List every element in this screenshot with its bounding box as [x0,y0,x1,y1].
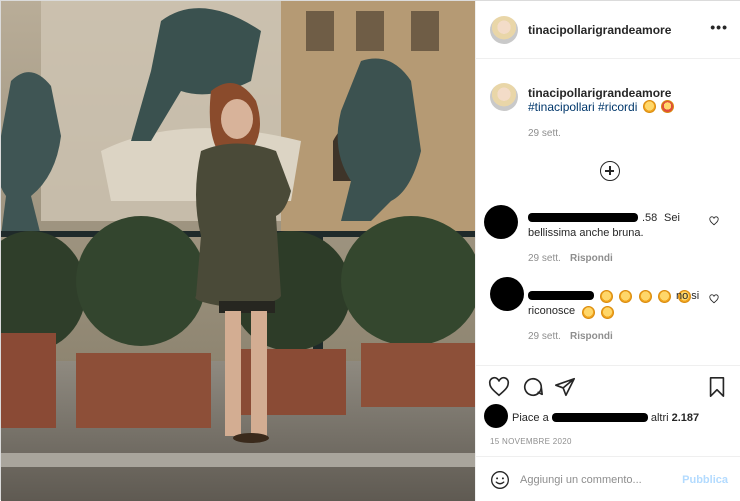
photo-illustration [1,1,475,501]
redacted-liker-username[interactable] [551,413,648,422]
laughing-emoji-row [580,304,615,322]
laughing-emoji-icon [582,306,595,319]
likes-count[interactable]: 2.187 [672,412,700,424]
scream-emoji-icon [600,290,613,303]
redacted-commenter-avatar[interactable] [490,277,524,311]
likes-suffix: altri [650,412,669,424]
likes-summary: Piace a altri 2.187 [476,401,740,431]
smiling-emoji-icon [642,100,656,113]
comment-username-suffix: .58 [642,212,658,224]
comment-time: 29 sett. [528,331,561,342]
like-comment-heart-icon[interactable] [709,216,719,226]
comment-text-line2: riconosce [528,305,576,317]
instagram-post: tinacipollarigrandeamore ••• tinacipolla… [0,0,740,501]
scream-emoji-icon [619,290,633,303]
comment-text-line1: no si [676,290,700,302]
comment-text-line1: Sei [664,212,680,224]
more-options-icon[interactable]: ••• [710,19,728,35]
post-actions-bar [476,365,740,403]
comment-time: 29 sett. [528,253,561,264]
publish-button[interactable]: Pubblica [682,474,728,486]
redacted-commenter-username[interactable] [528,291,594,300]
author-username[interactable]: tinacipollarigrandeamore [528,23,671,37]
load-more-comments-icon[interactable] [600,161,620,181]
post-header: tinacipollarigrandeamore ••• [476,1,740,59]
scream-emoji-icon [658,290,672,303]
comment-bubble-icon[interactable] [522,376,544,398]
post-photo[interactable] [1,1,475,501]
redacted-liker-avatar[interactable] [484,404,508,428]
heart-face-emoji-icon [661,100,675,113]
likes-prefix: Piace a [512,412,549,424]
save-bookmark-icon[interactable] [706,376,728,398]
like-heart-icon[interactable] [488,376,510,398]
scream-emoji-icon [638,290,652,303]
hashtags-text[interactable]: #tinacipollari #ricordi [528,100,637,114]
add-comment-bar: Pubblica [476,456,740,501]
redacted-commenter-username[interactable] [528,213,638,222]
author-avatar[interactable] [490,16,518,44]
post-date[interactable]: 15 NOVEMBRE 2020 [490,437,572,446]
comment-input[interactable] [520,470,680,490]
caption-time: 29 sett. [528,128,561,139]
likes-text[interactable]: Piace a altri 2.187 [512,412,699,424]
reply-button[interactable]: Rispondi [570,253,613,264]
reply-button[interactable]: Rispondi [570,331,613,342]
post-side-panel: tinacipollarigrandeamore ••• tinacipolla… [475,1,740,501]
laughing-emoji-icon [601,306,615,319]
caption-author-avatar[interactable] [490,83,518,111]
share-paper-plane-icon[interactable] [554,376,576,398]
comment-text-line2: bellissima anche bruna. [528,227,644,239]
caption-username[interactable]: tinacipollarigrandeamore [528,86,671,100]
like-comment-heart-icon[interactable] [709,294,719,304]
redacted-commenter-avatar[interactable] [484,205,518,239]
caption-hashtags[interactable]: #tinacipollari #ricordi [528,100,675,114]
emoji-picker-icon[interactable] [490,470,510,490]
